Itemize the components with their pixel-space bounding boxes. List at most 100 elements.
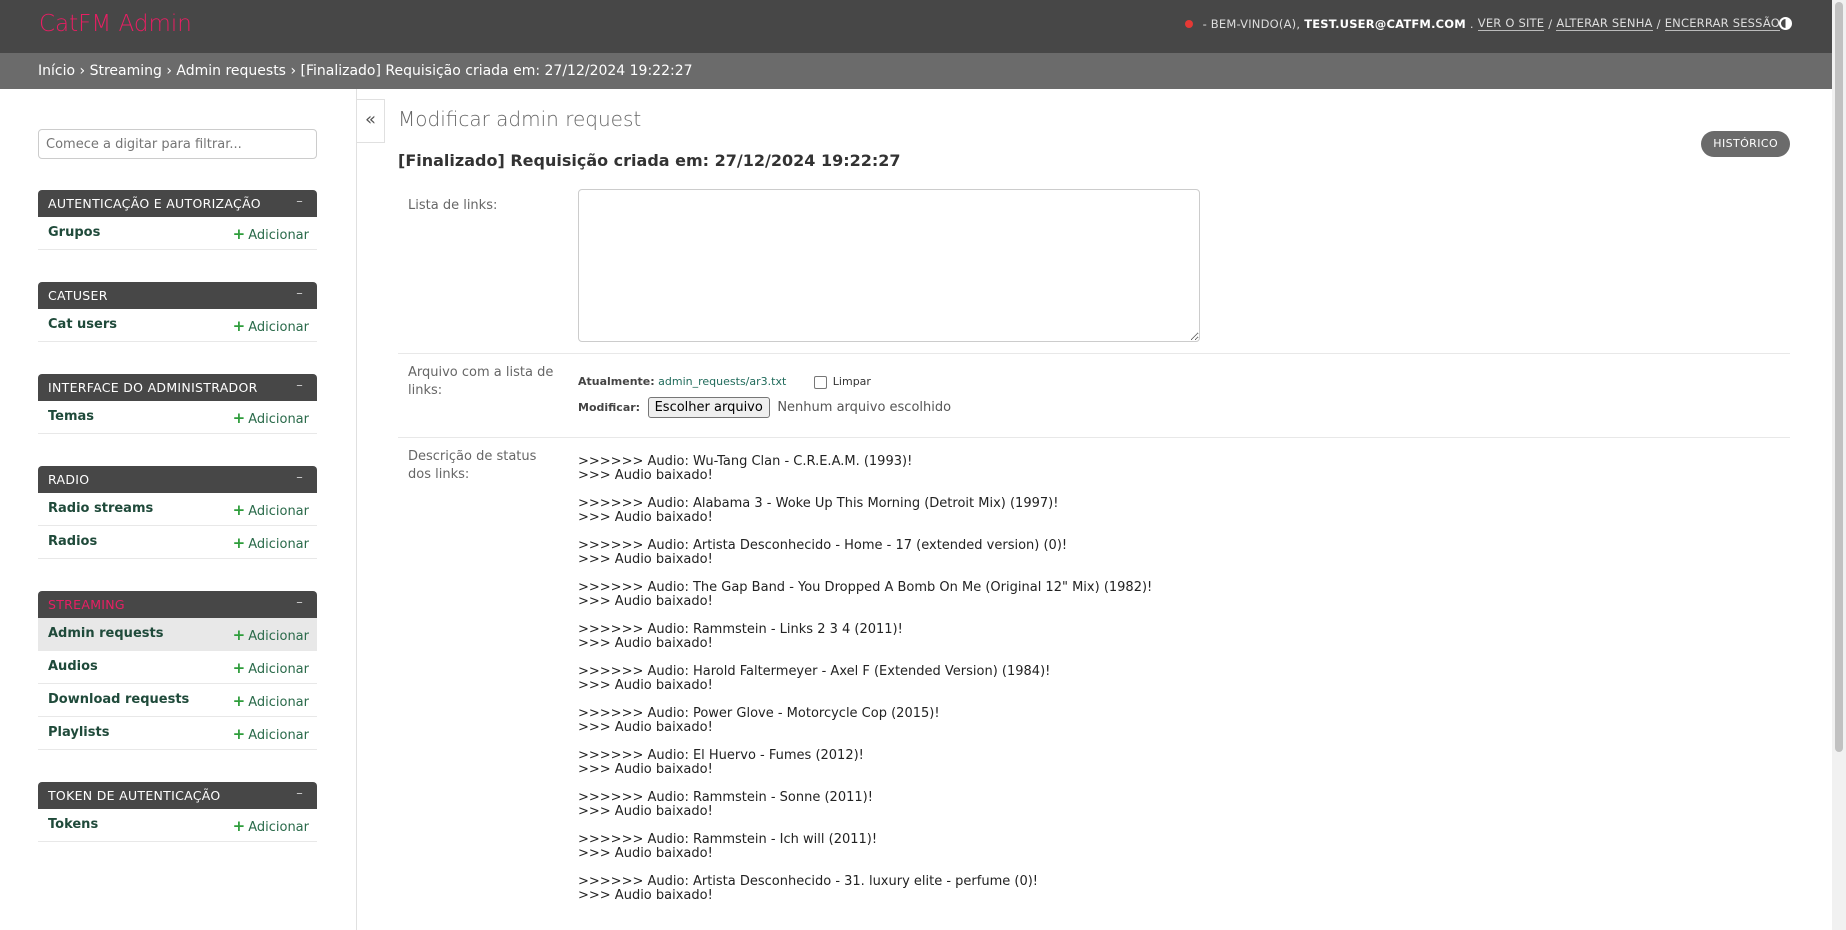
- breadcrumb-model[interactable]: Admin requests: [176, 63, 286, 79]
- sidebar-item-temas: Temas + Adicionar: [38, 401, 317, 434]
- plus-icon: +: [232, 725, 246, 743]
- add-button[interactable]: + Adicionar: [233, 725, 309, 743]
- status-entry: >>>>>> Audio: Rammstein - Links 2 3 4 (2…: [578, 622, 903, 651]
- plus-icon: +: [232, 409, 246, 427]
- model-link[interactable]: Admin requests: [48, 626, 163, 641]
- model-link[interactable]: Grupos: [48, 225, 100, 240]
- status-entry: >>>>>> Audio: The Gap Band - You Dropped…: [578, 580, 1153, 609]
- current-file-line: Atualmente: admin_requests/ar3.txt Limpa…: [578, 375, 871, 389]
- sidebar-item-radios: Radios + Adicionar: [38, 526, 317, 559]
- add-button[interactable]: + Adicionar: [233, 626, 309, 644]
- links-row: Lista de links:: [398, 189, 1790, 354]
- logout-link[interactable]: Encerrar sessão: [1664, 16, 1780, 31]
- module-caption[interactable]: INTERFACE DO ADMINISTRADOR –: [38, 374, 317, 401]
- status-description: >>>>>> Audio: Wu-Tang Clan - C.R.E.A.M. …: [578, 455, 1152, 917]
- collapse-icon[interactable]: –: [296, 286, 303, 301]
- plus-icon: +: [232, 501, 246, 519]
- toggle-sidebar-button[interactable]: «: [357, 99, 385, 143]
- change-file-line: Modificar: Escolher arquivo Nenhum arqui…: [578, 397, 951, 418]
- module-caption[interactable]: CATUSER –: [38, 282, 317, 309]
- status-entry: >>>>>> Audio: Alabama 3 - Woke Up This M…: [578, 496, 1059, 525]
- nav-filter-input[interactable]: [38, 129, 317, 159]
- theme-toggle-icon[interactable]: [1779, 17, 1792, 30]
- clear-label[interactable]: Limpar: [833, 375, 871, 388]
- user-email: test.user@catfm.com: [1304, 16, 1466, 31]
- model-link[interactable]: Cat users: [48, 317, 117, 332]
- add-button[interactable]: + Adicionar: [233, 225, 309, 243]
- object-subtitle: [Finalizado] Requisição criada em: 27/12…: [398, 151, 901, 170]
- history-button[interactable]: HISTÓRICO: [1701, 131, 1790, 157]
- clear-checkbox[interactable]: [813, 375, 827, 389]
- model-link[interactable]: Radios: [48, 534, 97, 549]
- module-caption[interactable]: AUTENTICAÇÃO E AUTORIZAÇÃO –: [38, 190, 317, 217]
- status-entry: >>>>>> Audio: Rammstein - Sonne (2011)! >…: [578, 790, 873, 819]
- sidebar: AUTENTICAÇÃO E AUTORIZAÇÃO– Grupos +Adic…: [0, 89, 357, 930]
- breadcrumb-separator: ›: [79, 63, 86, 79]
- scrollbar-thumb[interactable]: [1835, 2, 1843, 752]
- status-label: Descrição de status dos links:: [408, 449, 537, 482]
- status-entry: >>>>>> Audio: Wu-Tang Clan - C.R.E.A.M. …: [578, 454, 913, 483]
- change-password-link[interactable]: Alterar senha: [1556, 16, 1653, 31]
- add-button[interactable]: + Adicionar: [233, 317, 309, 335]
- module-admin-interface: INTERFACE DO ADMINISTRADOR – Temas + Adici…: [38, 374, 317, 434]
- sidebar-item-playlists: Playlists + Adicionar: [38, 717, 317, 750]
- plus-icon: +: [232, 317, 246, 335]
- collapse-icon[interactable]: –: [296, 194, 303, 209]
- module-caption[interactable]: STREAMING –: [38, 591, 317, 618]
- add-button[interactable]: + Adicionar: [233, 659, 309, 677]
- model-link[interactable]: Radio streams: [48, 501, 153, 516]
- status-entry: >>>>>> Audio: Rammstein - Ich will (2011…: [578, 832, 878, 861]
- breadcrumb: Início › Streaming › Admin requests › [F…: [0, 53, 1832, 89]
- model-link[interactable]: Audios: [48, 659, 98, 674]
- plus-icon: +: [232, 659, 246, 677]
- module-caption[interactable]: RADIO –: [38, 466, 317, 493]
- links-label: Lista de links:: [408, 198, 498, 213]
- breadcrumb-app[interactable]: Streaming: [90, 63, 162, 79]
- plus-icon: +: [232, 626, 246, 644]
- module-caption[interactable]: TOKEN DE AUTENTICAÇÃO –: [38, 782, 317, 809]
- module-auth: AUTENTICAÇÃO E AUTORIZAÇÃO – Grupos + Adic…: [38, 190, 317, 250]
- plus-icon: +: [232, 534, 246, 552]
- plus-icon: +: [232, 692, 246, 710]
- collapse-icon[interactable]: –: [296, 378, 303, 393]
- breadcrumb-home[interactable]: Início: [38, 63, 75, 79]
- add-button[interactable]: + Adicionar: [233, 409, 309, 427]
- currently-label: Atualmente:: [578, 375, 655, 388]
- add-button[interactable]: + Adicionar: [233, 501, 309, 519]
- module-catuser: CATUSER – Cat users + Adicionar: [38, 282, 317, 342]
- add-button[interactable]: + Adicionar: [233, 534, 309, 552]
- status-entry: >>>>>> Audio: Harold Faltermeyer - Axel …: [578, 664, 1051, 693]
- collapse-icon[interactable]: –: [296, 786, 303, 801]
- model-link[interactable]: Tokens: [48, 817, 98, 832]
- sidebar-item-tokens: Tokens + Adicionar: [38, 809, 317, 842]
- file-row: [398, 354, 1790, 438]
- breadcrumb-current: [Finalizado] Requisição criada em: 27/12…: [300, 63, 693, 79]
- view-site-link[interactable]: Ver o site: [1477, 16, 1545, 31]
- separator: /: [1548, 16, 1553, 31]
- current-file-link[interactable]: admin_requests/ar3.txt: [658, 375, 786, 388]
- page-scrollbar[interactable]: [1832, 0, 1846, 930]
- status-dot-icon: [1184, 19, 1193, 28]
- collapse-icon[interactable]: –: [296, 470, 303, 485]
- file-label: Arquivo com a lista de links:: [408, 365, 554, 398]
- header: CatFM Admin - Bem-vindo(a), test.user@ca…: [0, 0, 1832, 53]
- links-textarea[interactable]: [578, 189, 1200, 342]
- plus-icon: +: [232, 225, 246, 243]
- site-brand[interactable]: CatFM Admin: [39, 11, 192, 37]
- status-entry: >>>>>> Audio: Artista Desconhecido - 31.…: [578, 874, 1039, 903]
- add-button[interactable]: + Adicionar: [233, 817, 309, 835]
- add-button[interactable]: + Adicionar: [233, 692, 309, 710]
- model-link[interactable]: Temas: [48, 409, 94, 424]
- sidebar-item-radio-streams: Radio streams + Adicionar: [38, 493, 317, 526]
- choose-file-button[interactable]: Escolher arquivo: [647, 397, 770, 418]
- breadcrumb-separator: ›: [290, 63, 297, 79]
- module-streaming: STREAMING – Admin requests + Adicionar Aud…: [38, 591, 317, 750]
- module-radio: RADIO – Radio streams + Adicionar Radios +…: [38, 466, 317, 559]
- sidebar-item-cat-users: Cat users + Adicionar: [38, 309, 317, 342]
- separator: /: [1656, 16, 1661, 31]
- change-label: Modificar:: [578, 401, 641, 414]
- status-entry: >>>>>> Audio: El Huervo - Fumes (2012)! >…: [578, 748, 864, 777]
- model-link[interactable]: Download requests: [48, 692, 189, 707]
- model-link[interactable]: Playlists: [48, 725, 109, 740]
- collapse-icon[interactable]: –: [296, 595, 303, 610]
